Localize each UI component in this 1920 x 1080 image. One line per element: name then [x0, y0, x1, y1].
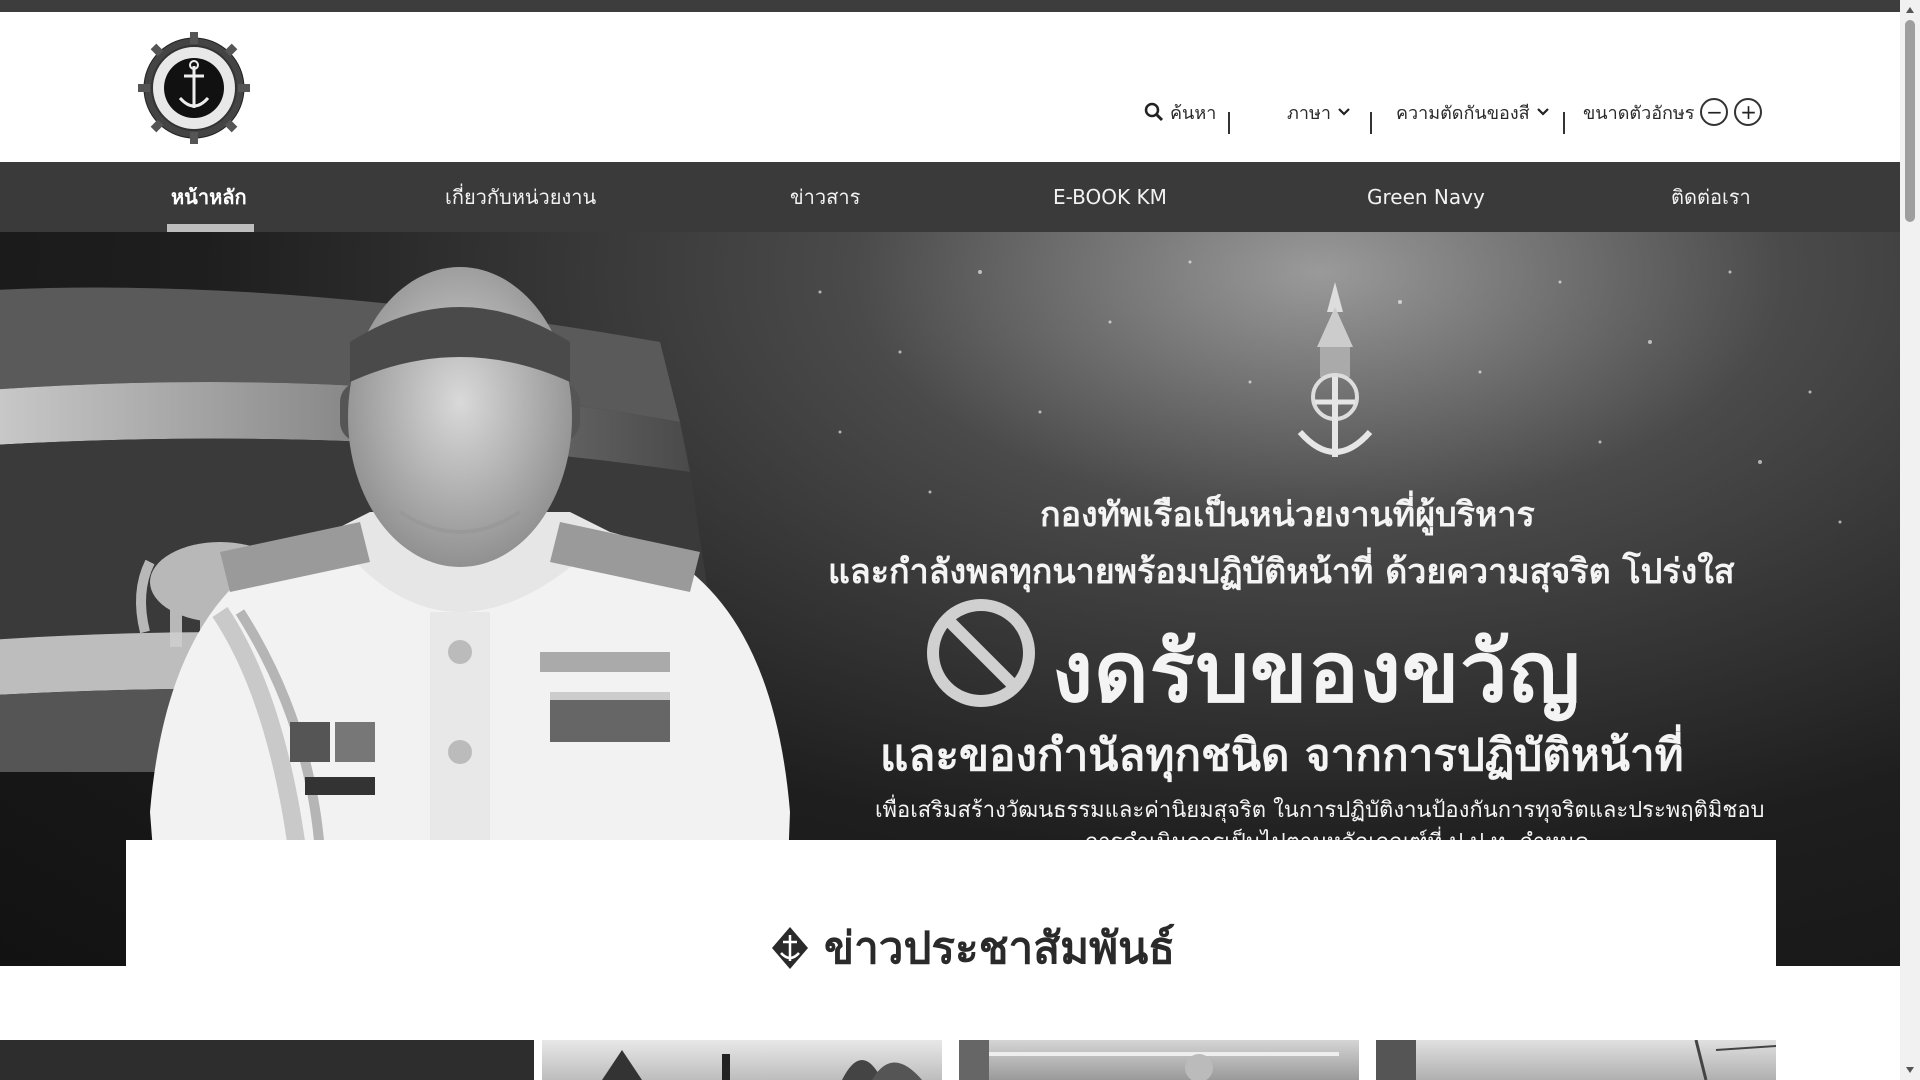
top-strip: [0, 0, 1900, 12]
chevron-down-icon: [1536, 107, 1550, 117]
decrease-font-button[interactable]: −: [1700, 98, 1729, 126]
news-thumbnail: [959, 1040, 1339, 1080]
banner-line-4: และของกำนัลทุกชนิด จากการปฏิบัติหน้าที่: [880, 730, 1684, 781]
search-label: ค้นหา: [1170, 102, 1217, 124]
nav-item-ebook[interactable]: E-BOOK KM: [1053, 162, 1167, 232]
chevron-down-icon: [1337, 107, 1351, 117]
search-icon: [1144, 102, 1164, 122]
nav-item-home[interactable]: หน้าหลัก: [171, 162, 247, 232]
banner-headline: งดรับของขวัญ: [1052, 623, 1582, 721]
news-card[interactable]: [542, 1040, 942, 1080]
banner-line-1: กองทัพเรือเป็นหน่วยงานที่ผู้บริหาร: [1040, 495, 1535, 535]
divider: [1370, 112, 1372, 134]
language-label: ภาษา: [1287, 102, 1331, 124]
banner-line-5: เพื่อเสริมสร้างวัฒนธรรมและค่านิยมสุจริต …: [875, 798, 1765, 823]
font-size-label: ขนาดตัวอักษร: [1583, 102, 1695, 124]
prohibited-icon: [927, 599, 1035, 707]
search-button[interactable]: ค้นหา: [1144, 95, 1216, 129]
site-header: ค้นหา ภาษา ความตัดกันของสี ขนาดตัวอักษร …: [0, 12, 1900, 162]
nav-item-about[interactable]: เกี่ยวกับหน่วยงาน: [445, 162, 596, 232]
news-card[interactable]: [1376, 1040, 1776, 1080]
scroll-down-icon[interactable]: [1902, 1062, 1918, 1078]
nav-item-contact[interactable]: ติดต่อเรา: [1671, 162, 1751, 232]
banner-line-2: และกำลังพลทุกนายพร้อมปฏิบัติหน้าที่ ด้วย…: [828, 552, 1735, 592]
news-card-featured[interactable]: [0, 1040, 534, 1080]
news-card[interactable]: [959, 1040, 1359, 1080]
section-title-text: ข่าวประชาสัมพันธ์: [824, 923, 1176, 974]
navy-emblem-image: [1297, 282, 1373, 457]
increase-font-button[interactable]: +: [1734, 98, 1763, 126]
contrast-label: ความตัดกันของสี: [1396, 102, 1530, 124]
language-dropdown[interactable]: ภาษา: [1287, 95, 1351, 129]
section-title: ข่าวประชาสัมพันธ์: [770, 918, 1175, 978]
scroll-up-icon[interactable]: [1902, 2, 1918, 18]
font-size-control: ขนาดตัวอักษร − +: [1583, 95, 1763, 129]
contrast-dropdown[interactable]: ความตัดกันของสี: [1396, 95, 1550, 129]
main-nav: หน้าหลัก เกี่ยวกับหน่วยงาน ข่าวสาร E-BOO…: [0, 162, 1900, 232]
divider: [1228, 112, 1230, 134]
nav-item-green-navy[interactable]: Green Navy: [1367, 162, 1485, 232]
anchor-diamond-icon: [770, 925, 810, 971]
news-thumbnail: [1376, 1040, 1776, 1080]
scrollbar-thumb[interactable]: [1905, 20, 1915, 222]
news-thumbnail: [602, 1050, 922, 1080]
active-nav-indicator: [167, 224, 254, 232]
nav-item-news[interactable]: ข่าวสาร: [790, 162, 860, 232]
logo-emblem[interactable]: [138, 32, 250, 144]
divider: [1563, 112, 1565, 134]
